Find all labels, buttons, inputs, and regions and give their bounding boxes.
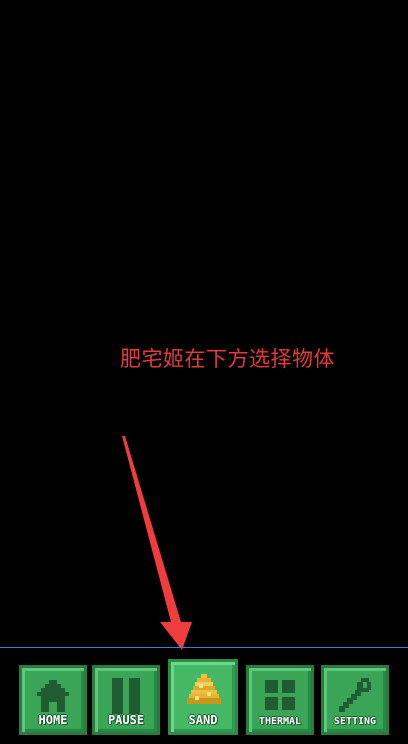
grid-icon xyxy=(265,680,295,710)
wrench-icon xyxy=(339,678,371,712)
pause-button[interactable]: PAUSE xyxy=(92,665,160,735)
sand-button[interactable]: SAND xyxy=(168,659,238,735)
pause-icon xyxy=(112,678,140,714)
game-screen: 肥宅姬在下方选择物体 HOME PAUSE SAND THERMAL SETTI… xyxy=(0,0,408,744)
house-icon xyxy=(37,680,69,712)
setting-button[interactable]: SETTING xyxy=(321,665,389,735)
hint-text: 肥宅姬在下方选择物体 xyxy=(120,347,335,371)
thermal-label: THERMAL xyxy=(258,716,302,727)
sand-pile-icon xyxy=(187,674,221,704)
thermal-button[interactable]: THERMAL xyxy=(246,665,314,735)
pause-label: PAUSE xyxy=(107,713,145,727)
home-label: HOME xyxy=(38,713,68,727)
sand-label: SAND xyxy=(188,713,218,727)
home-button[interactable]: HOME xyxy=(19,665,87,735)
bottom-toolbar: HOME PAUSE SAND THERMAL SETTING xyxy=(0,647,408,744)
setting-label: SETTING xyxy=(333,716,377,727)
